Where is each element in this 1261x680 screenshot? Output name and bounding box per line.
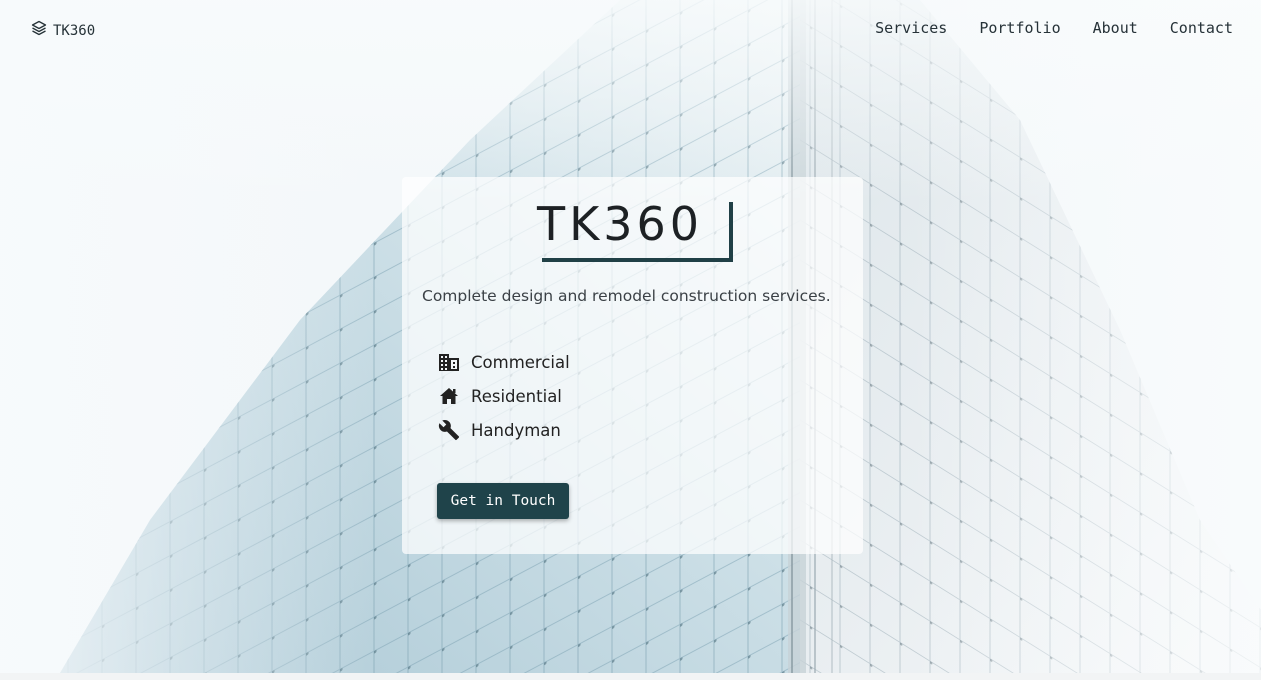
- service-item-residential: Residential: [437, 379, 570, 413]
- page-bottom-edge: [0, 673, 1261, 680]
- top-navigation: TK360 Services Portfolio About Contact: [0, 0, 1261, 58]
- get-in-touch-button[interactable]: Get in Touch: [437, 483, 569, 519]
- wrench-icon: [437, 418, 461, 442]
- nav-link-about[interactable]: About: [1093, 19, 1138, 37]
- building-icon: [437, 350, 461, 374]
- nav-links: Services Portfolio About Contact: [875, 19, 1233, 37]
- hero-tagline: Complete design and remodel construction…: [422, 287, 831, 305]
- nav-link-contact[interactable]: Contact: [1170, 19, 1233, 37]
- service-item-commercial: Commercial: [437, 345, 570, 379]
- title-frame-bottom: [542, 258, 733, 262]
- nav-link-portfolio[interactable]: Portfolio: [979, 19, 1060, 37]
- nav-link-services[interactable]: Services: [875, 19, 947, 37]
- service-list: Commercial Residential Handyman: [437, 345, 570, 447]
- service-label: Residential: [471, 386, 562, 406]
- title-frame-right: [729, 202, 733, 262]
- service-label: Handyman: [471, 420, 561, 440]
- home-icon: [437, 384, 461, 408]
- hero-card: TK360 Complete design and remodel constr…: [402, 177, 863, 554]
- brand-name: TK360: [53, 22, 96, 39]
- brand-link[interactable]: TK360: [31, 20, 95, 41]
- layers-icon: [31, 20, 47, 41]
- hero-title: TK360: [537, 197, 704, 251]
- service-label: Commercial: [471, 352, 570, 372]
- service-item-handyman: Handyman: [437, 413, 570, 447]
